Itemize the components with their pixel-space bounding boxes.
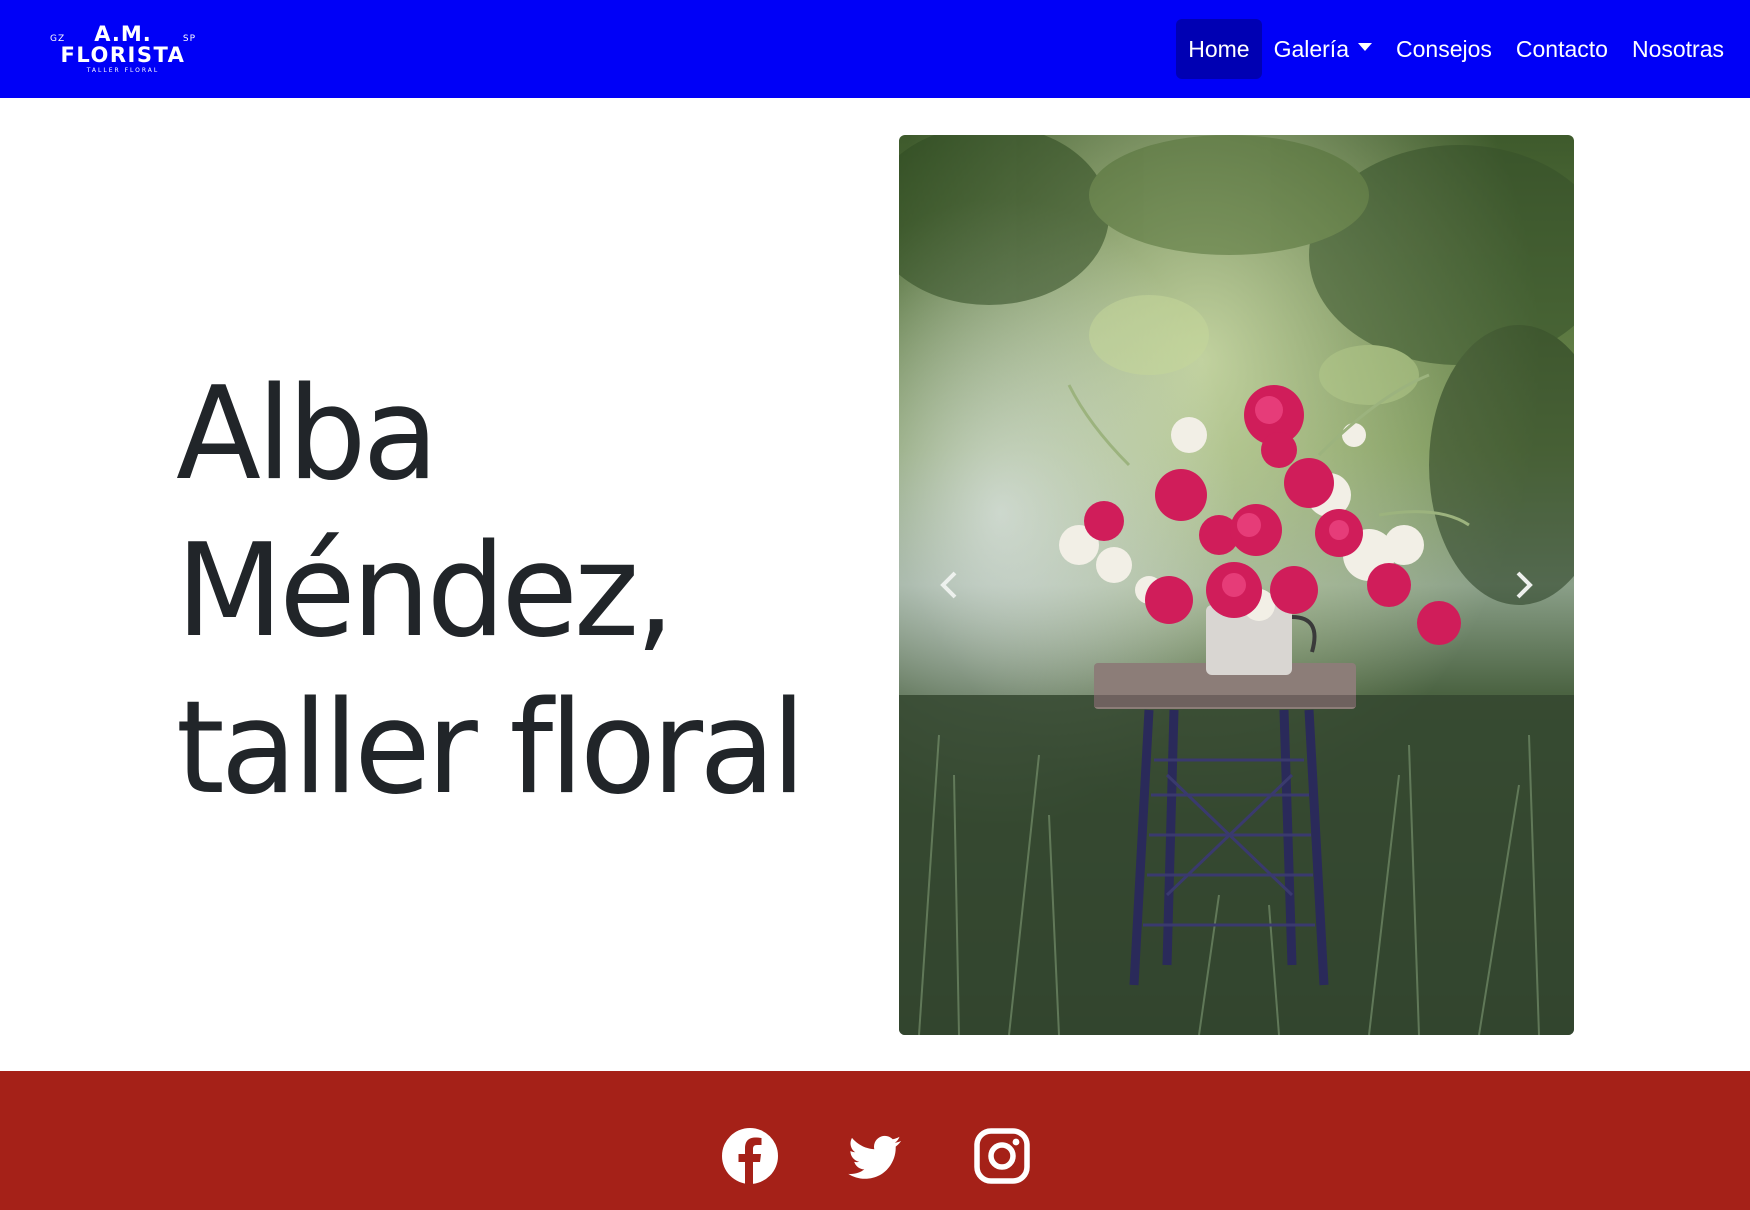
nav-contacto[interactable]: Contacto (1504, 19, 1620, 79)
carousel-next-button[interactable] (1474, 135, 1574, 1035)
nav-consejos[interactable]: Consejos (1384, 19, 1504, 79)
twitter-icon (848, 1135, 902, 1179)
hero-title: Alba Méndez, taller floral (176, 356, 806, 827)
image-carousel (899, 135, 1574, 1035)
nav-galeria[interactable]: Galería (1262, 19, 1384, 79)
hero-title-line-2: Méndez, (176, 517, 675, 666)
main-nav: Home Galería Consejos Contacto Nosotras (1176, 19, 1736, 79)
footer (0, 1071, 1750, 1210)
facebook-icon (722, 1128, 778, 1184)
logo-main-text: FLORISTA (60, 43, 186, 67)
nav-home[interactable]: Home (1176, 19, 1262, 79)
nav-galeria-label: Galería (1273, 36, 1349, 62)
navbar: GZ A.M. SP FLORISTA TALLER FLORAL Home G… (0, 0, 1750, 98)
hero-title-line-1: Alba (176, 360, 439, 509)
carousel-image-flowers (899, 135, 1574, 1035)
caret-down-icon (1358, 43, 1372, 51)
carousel-prev-button[interactable] (899, 135, 999, 1035)
chevron-left-icon (940, 571, 957, 599)
instagram-icon (974, 1128, 1030, 1184)
hero-title-line-3: taller floral (176, 674, 806, 823)
logo-top-row: GZ A.M. SP (46, 22, 200, 46)
facebook-link[interactable] (720, 1126, 780, 1186)
chevron-right-icon (1516, 571, 1533, 599)
twitter-link[interactable] (846, 1126, 906, 1186)
instagram-link[interactable] (972, 1126, 1032, 1186)
logo-sub-text: TALLER FLORAL (86, 67, 160, 74)
brand-logo[interactable]: GZ A.M. SP FLORISTA TALLER FLORAL (46, 22, 200, 78)
nav-nosotras[interactable]: Nosotras (1620, 19, 1736, 79)
